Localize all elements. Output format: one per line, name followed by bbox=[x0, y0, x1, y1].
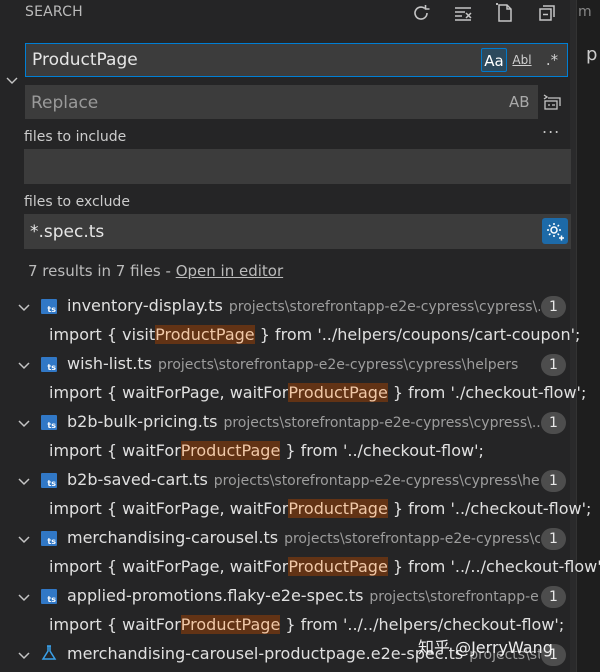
match-case-toggle[interactable]: Aa bbox=[481, 48, 507, 72]
result-match-row[interactable]: import { waitForPage, waitForProductPage… bbox=[0, 494, 591, 523]
search-input-value: ProductPage bbox=[32, 50, 138, 70]
result-match-row[interactable]: import { waitForPage, waitForProductPage… bbox=[0, 552, 600, 581]
match-before: import { waitForPage, waitFor bbox=[49, 499, 289, 518]
match-after: } from '../helpers/coupons/cart-coupon'; bbox=[254, 325, 581, 344]
result-file-label: applied-promotions.flaky-e2e-spec.ts proj… bbox=[0, 581, 540, 610]
result-file-name: applied-promotions.flaky-e2e-spec.ts bbox=[67, 586, 364, 605]
match-highlight: ProductPage bbox=[180, 441, 281, 460]
match-before: import { waitForPage, waitFor bbox=[49, 383, 289, 402]
result-file-path: projects\storefrontapp-e... bbox=[369, 589, 540, 605]
use-exclude-settings-gear-icon[interactable] bbox=[542, 218, 568, 244]
result-file-label: b2b-saved-cart.ts projects\storefrontapp-… bbox=[0, 465, 540, 494]
result-file-row[interactable]: ts wish-list.ts projects\storefrontapp-e2e… bbox=[0, 349, 576, 378]
files-to-include-label: files to include bbox=[24, 129, 127, 145]
result-match-row[interactable]: import { waitForProductPage } from '../c… bbox=[0, 436, 576, 465]
search-results-tree: ts inventory-display.ts projects\storefron… bbox=[0, 291, 600, 668]
match-count-badge: 1 bbox=[541, 296, 566, 318]
files-to-include-input[interactable] bbox=[24, 149, 571, 184]
match-count-badge: 1 bbox=[541, 470, 566, 492]
match-highlight: ProductPage bbox=[288, 383, 388, 402]
match-before: import { waitFor bbox=[49, 615, 181, 634]
result-file-label: inventory-display.ts projects\storefronta… bbox=[0, 291, 540, 320]
result-file-row[interactable]: ts merchandising-carousel.ts projects\stor… bbox=[0, 523, 576, 552]
result-file-name-wrap: b2b-saved-cart.ts projects\storefrontapp-… bbox=[67, 470, 540, 489]
result-file-path: projects\storefrontapp-e2e-cypress\cypre… bbox=[157, 357, 519, 373]
match-before: import { visit bbox=[49, 325, 156, 344]
match-line-text: import { waitForPage, waitForProductPage… bbox=[49, 499, 591, 518]
collapse-all-icon[interactable] bbox=[535, 1, 559, 25]
match-line-text: import { waitForProductPage } from '../c… bbox=[49, 441, 484, 460]
match-count-badge: 1 bbox=[541, 354, 566, 376]
replace-all-icon[interactable] bbox=[542, 92, 562, 112]
result-file-path: projects\storefrontapp-e2e-cypress\c... bbox=[284, 531, 540, 547]
preserve-case-toggle[interactable]: AB bbox=[509, 93, 530, 111]
results-summary: 7 results in 7 files - Open in editor bbox=[28, 262, 283, 280]
clear-results-icon[interactable] bbox=[451, 1, 475, 25]
editor-tab-fragment[interactable]: m bbox=[578, 4, 592, 20]
result-match-row[interactable]: import { waitForPage, waitForProductPage… bbox=[0, 378, 586, 407]
match-count-badge: 1 bbox=[541, 586, 566, 608]
result-file-name: merchandising-carousel-productpage.e2e-s… bbox=[67, 644, 464, 663]
open-in-editor-link[interactable]: Open in editor bbox=[176, 262, 283, 280]
result-file-path: projects\storefrontapp-e2e-cypress\cypre… bbox=[228, 299, 540, 315]
result-file-name-wrap: applied-promotions.flaky-e2e-spec.ts proj… bbox=[67, 586, 540, 605]
watermark: 知乎 @JerryWang bbox=[418, 638, 553, 657]
match-after: } from '../../checkout-flow'; bbox=[387, 557, 600, 576]
match-after: } from './checkout-flow'; bbox=[387, 383, 587, 402]
search-view-header: SEARCH bbox=[0, 0, 576, 26]
match-after: } from '../checkout-flow'; bbox=[280, 441, 484, 460]
match-after: } from '../checkout-flow'; bbox=[387, 499, 592, 518]
match-line-text: import { visitProductPage } from '../hel… bbox=[49, 325, 580, 344]
files-to-exclude-label: files to exclude bbox=[24, 194, 130, 210]
files-to-exclude-value: *.spec.ts bbox=[30, 222, 105, 242]
result-file-label: b2b-bulk-pricing.ts projects\storefrontap… bbox=[0, 407, 540, 436]
result-file-name-wrap: merchandising-carousel.ts projects\storef… bbox=[67, 528, 540, 547]
result-file-path: projects\storefrontapp-e2e-cypress\cypre… bbox=[213, 473, 540, 489]
result-file-name: merchandising-carousel.ts bbox=[67, 528, 279, 547]
refresh-icon[interactable] bbox=[409, 1, 433, 25]
match-count-badge: 1 bbox=[541, 528, 566, 550]
match-highlight: ProductPage bbox=[155, 325, 255, 344]
result-file-label: wish-list.ts projects\storefrontapp-e2e-c… bbox=[0, 349, 540, 378]
match-highlight: ProductPage bbox=[180, 615, 281, 634]
replace-input[interactable]: Replace AB bbox=[25, 85, 538, 119]
use-regex-toggle[interactable]: .* bbox=[539, 48, 565, 72]
result-file-name-wrap: inventory-display.ts projects\storefronta… bbox=[67, 296, 540, 315]
match-highlight: ProductPage bbox=[288, 499, 388, 518]
match-after: } from '../../helpers/checkout-flow'; bbox=[280, 615, 565, 634]
results-count-text: 7 results in 7 files - bbox=[28, 262, 176, 280]
view-title: SEARCH bbox=[25, 4, 83, 20]
more-options-icon[interactable]: ... bbox=[542, 118, 560, 137]
match-line-text: import { waitForProductPage } from '../.… bbox=[49, 615, 564, 634]
files-to-exclude-input[interactable]: *.spec.ts bbox=[24, 214, 571, 249]
result-file-row[interactable]: ts b2b-saved-cart.ts projects\storefrontap… bbox=[0, 465, 576, 494]
match-line-text: import { waitForPage, waitForProductPage… bbox=[49, 383, 586, 402]
result-file-row[interactable]: ts inventory-display.ts projects\storefron… bbox=[0, 291, 576, 320]
result-file-name: inventory-display.ts bbox=[67, 296, 223, 315]
match-before: import { waitForPage, waitFor bbox=[49, 557, 289, 576]
result-file-path: projects\storefrontapp-e2e-cypress\cypre… bbox=[223, 415, 540, 431]
new-search-editor-icon[interactable] bbox=[493, 1, 517, 25]
match-count-badge: 1 bbox=[541, 412, 566, 434]
result-file-label: merchandising-carousel.ts projects\storef… bbox=[0, 523, 540, 552]
result-file-name: b2b-bulk-pricing.ts bbox=[67, 412, 218, 431]
result-file-row[interactable]: ts b2b-bulk-pricing.ts projects\storefront… bbox=[0, 407, 576, 436]
search-input[interactable]: ProductPage Aa Abl .* bbox=[25, 43, 568, 77]
result-file-name: b2b-saved-cart.ts bbox=[67, 470, 208, 489]
editor-text-fragment: p bbox=[586, 44, 598, 65]
result-match-row[interactable]: import { visitProductPage } from '../hel… bbox=[0, 320, 580, 349]
toggle-replace-chevron-icon[interactable] bbox=[4, 72, 20, 88]
match-whole-word-toggle[interactable]: Abl bbox=[509, 48, 535, 72]
match-before: import { waitFor bbox=[49, 441, 181, 460]
result-file-row[interactable]: ts applied-promotions.flaky-e2e-spec.ts pr… bbox=[0, 581, 576, 610]
result-file-name-wrap: wish-list.ts projects\storefrontapp-e2e-c… bbox=[67, 354, 518, 373]
result-file-name: wish-list.ts bbox=[67, 354, 152, 373]
match-line-text: import { waitForPage, waitForProductPage… bbox=[49, 557, 600, 576]
replace-placeholder: Replace bbox=[31, 93, 99, 113]
match-highlight: ProductPage bbox=[288, 557, 388, 576]
result-file-name-wrap: b2b-bulk-pricing.ts projects\storefrontap… bbox=[67, 412, 540, 431]
